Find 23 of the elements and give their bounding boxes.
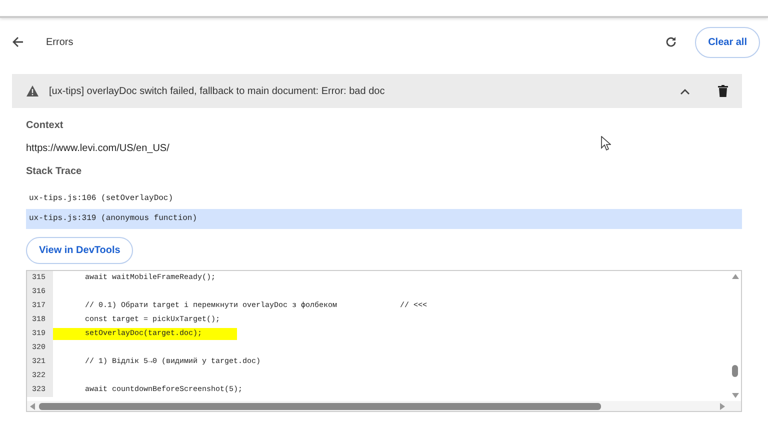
scrollbar-thumb[interactable] bbox=[39, 402, 601, 410]
scrollbar-thumb[interactable] bbox=[732, 365, 738, 377]
scroll-right-icon[interactable] bbox=[720, 402, 725, 410]
warning-icon bbox=[26, 85, 39, 97]
scroll-down-icon[interactable] bbox=[732, 393, 738, 398]
scroll-up-icon[interactable] bbox=[732, 274, 738, 279]
mouse-cursor-icon bbox=[601, 136, 611, 151]
stack-frame[interactable]: ux-tips.js:319 (anonymous function) bbox=[26, 209, 742, 229]
error-bar[interactable]: [ux-tips] overlayDoc switch failed, fallback to main document: Error: bad doc bbox=[12, 74, 742, 108]
refresh-icon[interactable] bbox=[665, 36, 678, 48]
page-title: Errors bbox=[46, 36, 74, 48]
context-url: https://www.levi.com/US/en_US/ bbox=[26, 143, 170, 154]
collapse-chevron-icon[interactable] bbox=[680, 88, 690, 94]
stack-frame[interactable]: ux-tips.js:106 (setOverlayDoc) bbox=[26, 189, 742, 209]
section-heading: Stack Trace bbox=[26, 166, 83, 177]
view-in-devtools-button[interactable]: View in DevTools bbox=[26, 237, 134, 264]
section-heading: Context bbox=[26, 120, 64, 131]
trash-icon[interactable] bbox=[718, 85, 728, 97]
error-message: [ux-tips] overlayDoc switch failed, fallback to main document: Error: bad doc bbox=[49, 86, 385, 96]
clear-all-button[interactable]: Clear all bbox=[695, 26, 760, 58]
back-arrow-icon[interactable] bbox=[12, 36, 24, 48]
scroll-left-icon[interactable] bbox=[30, 402, 35, 410]
horizontal-scrollbar[interactable] bbox=[27, 401, 741, 411]
